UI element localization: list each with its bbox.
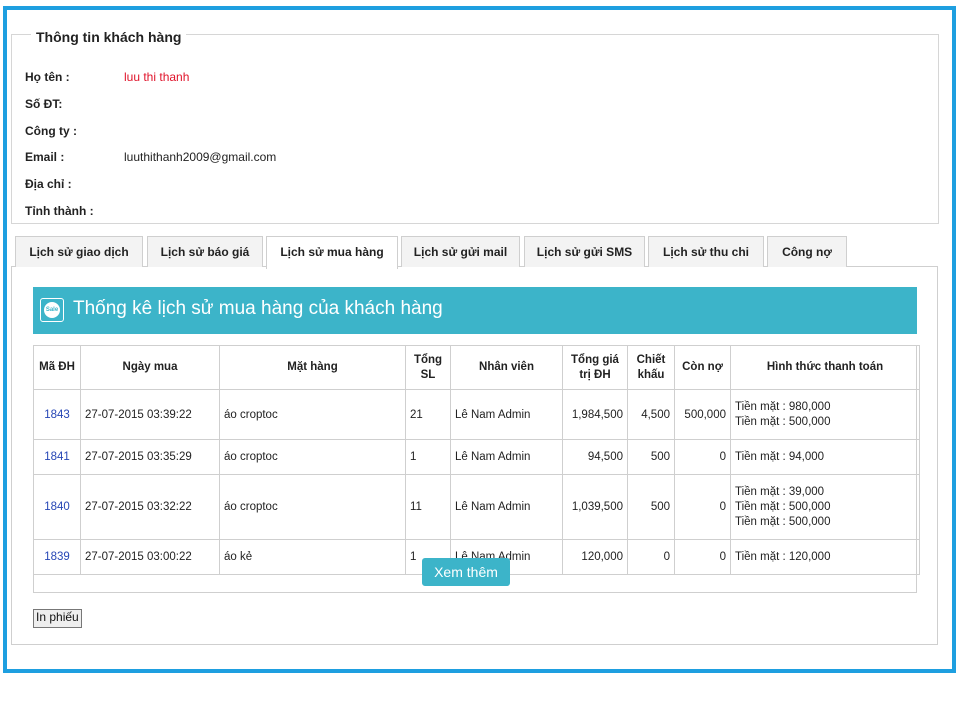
col-discount: Chiết khấu — [627, 345, 675, 390]
table-row: 1843 27-07-2015 03:39:22 áo croptoc 21 L… — [33, 389, 920, 440]
name-label: Họ tên : — [25, 70, 70, 84]
order-id-link[interactable]: 1840 — [33, 474, 81, 540]
province-label: Tỉnh thành : — [25, 204, 94, 218]
print-button[interactable]: In phiếu — [33, 609, 82, 628]
discount: 500 — [627, 439, 675, 475]
payment-line: Tiền mặt : 39,000 — [735, 485, 825, 498]
payment-line: Tiền mặt : 94,000 — [735, 450, 825, 463]
phone-label: Số ĐT: — [25, 97, 63, 111]
col-staff: Nhân viên — [450, 345, 563, 390]
col-order-total: Tổng giá trị ĐH — [562, 345, 628, 390]
table-row: 1841 27-07-2015 03:35:29 áo croptoc 1 Lê… — [33, 439, 920, 475]
order-id-link[interactable]: 1841 — [33, 439, 81, 475]
payment-line: Tiền mặt : 980,000 — [735, 400, 831, 413]
discount: 0 — [627, 539, 675, 575]
tab-payment-history[interactable]: Lịch sử thu chi — [648, 236, 764, 267]
staff-name: Lê Nam Admin — [450, 389, 563, 440]
tab-quote-history[interactable]: Lịch sử báo giá — [147, 236, 263, 267]
debt: 0 — [674, 439, 731, 475]
payment-method: Tiền mặt : 120,000 — [730, 539, 920, 575]
order-total: 1,039,500 — [562, 474, 628, 540]
item-name: áo kẻ — [219, 539, 406, 575]
tab-sms-history[interactable]: Lịch sử gửi SMS — [524, 236, 645, 267]
customer-info-title: Thông tin khách hàng — [31, 29, 187, 45]
total-qty: 21 — [405, 389, 451, 440]
purchase-history-table: Mã ĐH Ngày mua Mặt hàng Tổng SL Nhân viê… — [33, 345, 920, 575]
col-debt: Còn nợ — [674, 345, 731, 390]
table-row: 1840 27-07-2015 03:32:22 áo croptoc 11 L… — [33, 474, 920, 540]
col-order-id: Mã ĐH — [33, 345, 81, 390]
purchase-date: 27-07-2015 03:32:22 — [80, 474, 220, 540]
tab-purchase-history[interactable]: Lịch sử mua hàng — [266, 236, 398, 269]
debt: 500,000 — [674, 389, 731, 440]
email-value: luuthithanh2009@gmail.com — [124, 150, 277, 164]
item-name: áo croptoc — [219, 474, 406, 540]
purchase-date: 27-07-2015 03:39:22 — [80, 389, 220, 440]
sale-icon: Sale — [40, 298, 64, 322]
purchase-date: 27-07-2015 03:35:29 — [80, 439, 220, 475]
email-label: Email : — [25, 150, 65, 164]
staff-name: Lê Nam Admin — [450, 474, 563, 540]
tab-mail-history[interactable]: Lịch sử gửi mail — [401, 236, 520, 267]
order-total: 94,500 — [562, 439, 628, 475]
order-total: 120,000 — [562, 539, 628, 575]
total-qty: 1 — [405, 439, 451, 475]
payment-method: Tiền mặt : 94,000 — [730, 439, 920, 475]
address-label: Địa chỉ : — [25, 177, 72, 191]
name-value: luu thi thanh — [124, 70, 190, 84]
discount: 4,500 — [627, 389, 675, 440]
purchase-date: 27-07-2015 03:00:22 — [80, 539, 220, 575]
sale-icon-text: Sale — [44, 302, 60, 318]
tab-debt[interactable]: Công nợ — [767, 236, 847, 267]
col-purchase-date: Ngày mua — [80, 345, 220, 390]
company-label: Công ty : — [25, 124, 77, 138]
customer-info-box — [11, 34, 939, 224]
order-id-link[interactable]: 1843 — [33, 389, 81, 440]
payment-line: Tiền mặt : 500,000 — [735, 500, 831, 513]
item-name: áo croptoc — [219, 389, 406, 440]
payment-line: Tiền mặt : 500,000 — [735, 415, 831, 428]
staff-name: Lê Nam Admin — [450, 439, 563, 475]
banner-title: Thống kê lịch sử mua hàng của khách hàng — [73, 298, 443, 319]
total-qty: 11 — [405, 474, 451, 540]
table-header-row: Mã ĐH Ngày mua Mặt hàng Tổng SL Nhân viê… — [33, 345, 920, 390]
order-id-link[interactable]: 1839 — [33, 539, 81, 575]
payment-method: Tiền mặt : 39,000 Tiền mặt : 500,000 Tiề… — [730, 474, 920, 540]
order-total: 1,984,500 — [562, 389, 628, 440]
debt: 0 — [674, 474, 731, 540]
discount: 500 — [627, 474, 675, 540]
tab-transaction-history[interactable]: Lịch sử giao dịch — [15, 236, 143, 267]
col-payment-method: Hình thức thanh toán — [730, 345, 920, 390]
section-banner: Sale Thống kê lịch sử mua hàng của khách… — [33, 287, 917, 334]
debt: 0 — [674, 539, 731, 575]
payment-line: Tiền mặt : 120,000 — [735, 550, 831, 563]
col-item: Mặt hàng — [219, 345, 406, 390]
item-name: áo croptoc — [219, 439, 406, 475]
view-more-button[interactable]: Xem thêm — [422, 558, 510, 586]
payment-line: Tiền mặt : 500,000 — [735, 515, 831, 528]
payment-method: Tiền mặt : 980,000 Tiền mặt : 500,000 — [730, 389, 920, 440]
col-total-qty: Tổng SL — [405, 345, 451, 390]
